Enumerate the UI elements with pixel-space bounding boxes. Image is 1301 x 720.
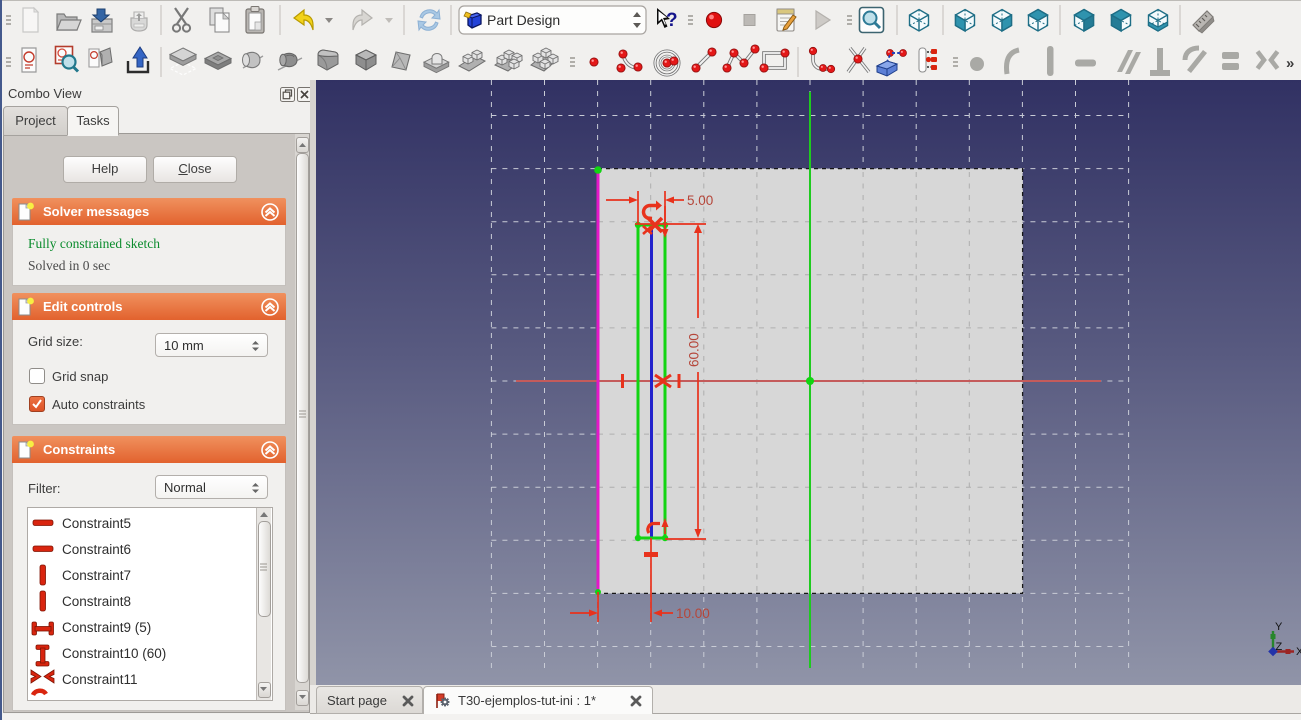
svg-text:Constraint11: Constraint11 xyxy=(62,672,138,687)
svg-text:Y: Y xyxy=(1275,621,1283,633)
svg-text:Constraint9 (5): Constraint9 (5) xyxy=(62,620,151,635)
svg-text:»: » xyxy=(1286,55,1294,72)
svg-text:5.00: 5.00 xyxy=(687,193,713,208)
svg-text:?: ? xyxy=(666,10,678,31)
svg-text:10.00: 10.00 xyxy=(676,606,710,621)
svg-text:Part Design: Part Design xyxy=(487,12,560,28)
svg-text:X: X xyxy=(1296,646,1301,658)
svg-text:Z: Z xyxy=(1276,641,1283,653)
svg-text:60.00: 60.00 xyxy=(687,333,702,367)
svg-text:Constraint5: Constraint5 xyxy=(62,516,131,531)
svg-text:Constraint8: Constraint8 xyxy=(62,594,131,609)
svg-text:Constraint10 (60): Constraint10 (60) xyxy=(62,646,166,661)
svg-text:Constraint6: Constraint6 xyxy=(62,542,131,557)
svg-text:Constraint7: Constraint7 xyxy=(62,568,131,583)
